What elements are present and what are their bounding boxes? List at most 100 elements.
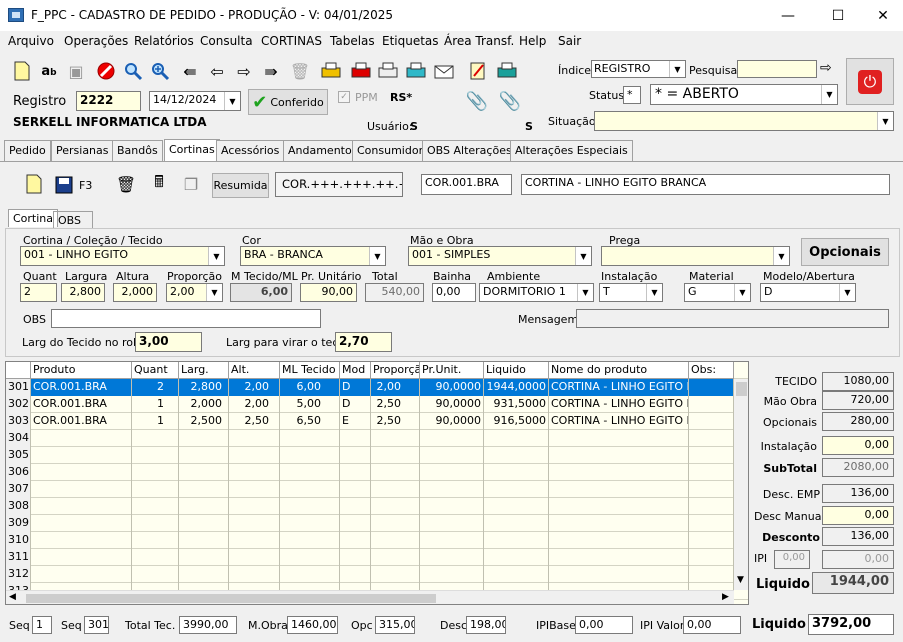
tab-persianas[interactable]: Persianas [51, 140, 114, 161]
maximize-button[interactable]: ☐ [815, 0, 861, 31]
table-row[interactable]: 304 [6, 430, 748, 447]
pesquisa-input[interactable] [737, 60, 817, 78]
table-row[interactable]: 305 [6, 447, 748, 464]
horizontal-scrollbar[interactable]: ◀ ▶ [6, 590, 734, 604]
edit-note-icon[interactable] [465, 58, 491, 84]
bainha-input[interactable]: 0,00 [432, 283, 476, 302]
save-disabled-icon[interactable]: ▣ [63, 58, 89, 84]
table-row[interactable]: 307 [6, 481, 748, 498]
subtab-obs[interactable]: OBS [53, 211, 93, 229]
prev-record-icon[interactable]: ⇦ [204, 58, 230, 84]
ppm-checkbox[interactable]: ✓ [338, 91, 350, 103]
tab-bandos[interactable]: Bandôs [112, 140, 163, 161]
proporcao-select[interactable]: 2,00 ▼ [166, 283, 223, 302]
table-row[interactable]: 309 [6, 515, 748, 532]
table-row[interactable]: 306 [6, 464, 748, 481]
material-select[interactable]: G ▼ [684, 283, 751, 302]
search-icon[interactable] [120, 58, 146, 84]
first-record-icon[interactable]: ⇚ [177, 58, 203, 84]
menu-arquivo[interactable]: Arquivo [8, 34, 54, 48]
col-pr-unit[interactable]: Pr.Unit. [420, 362, 484, 379]
scroll-down-icon[interactable]: ▼ [737, 575, 744, 585]
table-row[interactable]: 310 [6, 532, 748, 549]
scroll-thumb-v[interactable] [736, 382, 747, 396]
table-row[interactable]: 308 [6, 498, 748, 515]
menu-sair[interactable]: Sair [558, 34, 581, 48]
col-quant[interactable]: Quant [132, 362, 179, 379]
col-ml-tecido[interactable]: ML Tecido [280, 362, 340, 379]
print-red-icon[interactable] [348, 58, 374, 84]
delete-item-icon[interactable]: 🗑 [113, 171, 139, 197]
obs-input[interactable] [51, 309, 321, 328]
print-green-icon[interactable] [494, 58, 520, 84]
table-row[interactable]: 303 COR.001.BRA 1 2,500 2,50 6,50 E 2,50… [6, 413, 748, 430]
col-liquido[interactable]: Liquido [484, 362, 549, 379]
go-arrow-icon[interactable]: ⇨ [820, 60, 840, 78]
col-produto[interactable]: Produto [31, 362, 132, 379]
menu-operacoes[interactable]: Operações [64, 34, 128, 48]
product-code-input[interactable]: COR.001.BRA [421, 174, 512, 195]
vertical-scrollbar[interactable]: ▼ [734, 379, 748, 590]
menu-consulta[interactable]: Consulta [200, 34, 253, 48]
situacao-select[interactable]: ▼ [594, 111, 894, 131]
menu-relatorios[interactable]: Relatórios [134, 34, 194, 48]
col-obs[interactable]: Obs: [689, 362, 734, 379]
larg-rolo-input[interactable]: 3,00 [135, 332, 202, 352]
largura-input[interactable]: 2,800 [61, 283, 105, 302]
mao-obra-select[interactable]: 001 - SIMPLES ▼ [408, 246, 592, 266]
calculator-sheet-icon[interactable]: 🖩 [146, 171, 172, 197]
print-yellow-icon[interactable] [318, 58, 344, 84]
table-row[interactable]: 301 COR.001.BRA 2 2,800 2,00 6,00 D 2,00… [6, 379, 748, 396]
menu-etiquetas[interactable]: Etiquetas [382, 34, 439, 48]
larg-virar-input[interactable]: 2,70 [335, 332, 392, 352]
modelo-select[interactable]: D ▼ [760, 283, 856, 302]
menu-cortinas[interactable]: CORTINAS [261, 34, 322, 48]
new-document-icon[interactable] [9, 58, 35, 84]
print-white-icon[interactable] [375, 58, 401, 84]
next-record-icon[interactable]: ⇨ [231, 58, 257, 84]
items-grid[interactable]: Produto Quant Larg. Alt. ML Tecido Mod P… [5, 361, 749, 605]
prega-select[interactable]: ▼ [601, 246, 790, 266]
spell-check-icon[interactable]: ab [36, 58, 62, 84]
paperclip-green-icon[interactable]: 📎 [497, 88, 523, 114]
email-icon[interactable] [431, 58, 457, 84]
col-nome-produto[interactable]: Nome do produto [549, 362, 689, 379]
tab-obs-alteracoes[interactable]: OBS Alterações [422, 140, 517, 161]
col-alt[interactable]: Alt. [229, 362, 280, 379]
cancel-icon[interactable] [93, 58, 119, 84]
col-larg[interactable]: Larg. [179, 362, 229, 379]
date-picker[interactable]: 14/12/2024 ▼ [149, 91, 241, 111]
scroll-thumb[interactable] [26, 594, 436, 603]
cor-select[interactable]: BRA - BRANCA ▼ [240, 246, 386, 266]
tab-cortinas[interactable]: Cortinas [164, 139, 220, 162]
new-item-icon[interactable] [21, 171, 47, 197]
last-record-icon[interactable]: ⇛ [258, 58, 284, 84]
tab-consumidor[interactable]: Consumidor [352, 140, 429, 161]
instalacao-select[interactable]: T ▼ [599, 283, 663, 302]
table-row[interactable]: 311 [6, 549, 748, 566]
minimize-button[interactable]: — [765, 0, 811, 31]
cortina-select[interactable]: 001 - LINHO EGITO ▼ [20, 246, 225, 266]
tab-pedido[interactable]: Pedido [4, 140, 51, 161]
conferido-button[interactable]: ✔ Conferido [248, 89, 328, 115]
col-mod[interactable]: Mod [340, 362, 371, 379]
table-row[interactable]: 312 [6, 566, 748, 583]
ambiente-select[interactable]: DORMITORIO 1 ▼ [479, 283, 594, 302]
scroll-left-icon[interactable]: ◀ [9, 592, 16, 602]
instalacao-total-input[interactable]: 0,00 [822, 436, 894, 455]
status-select[interactable]: * = ABERTO ▼ [650, 84, 838, 105]
menu-help[interactable]: Help [519, 34, 546, 48]
tab-andamento[interactable]: Andamento [283, 140, 357, 161]
altura-input[interactable]: 2,000 [113, 283, 157, 302]
print-cyan-icon[interactable] [403, 58, 429, 84]
desc-manual-input[interactable]: 0,00 [822, 506, 894, 525]
save-f3-button[interactable]: F3 [55, 173, 103, 197]
menu-area-transf[interactable]: Área Transf. [444, 34, 514, 48]
power-exit-button[interactable]: ⏻ [846, 58, 894, 105]
tab-acessorios[interactable]: Acessórios [216, 140, 285, 161]
menu-tabelas[interactable]: Tabelas [330, 34, 375, 48]
status-code-input[interactable]: * [623, 86, 641, 104]
zoom-plus-icon[interactable] [147, 58, 173, 84]
copy-icon[interactable]: ❐ [178, 171, 204, 197]
quant-input[interactable]: 2 [20, 283, 57, 302]
